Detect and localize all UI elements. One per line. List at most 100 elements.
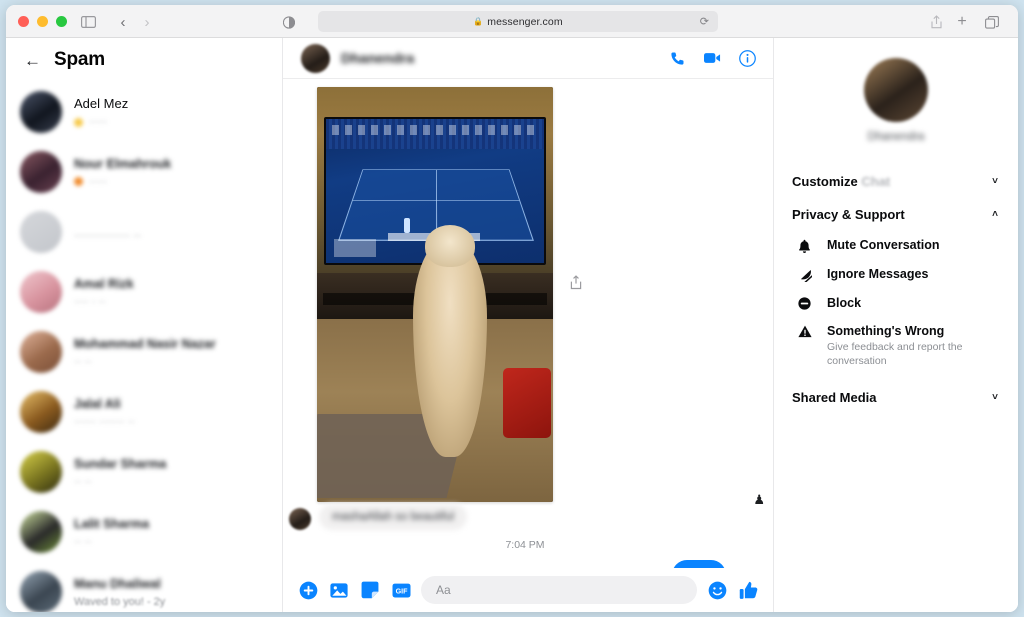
list-item-preview: Waved to you! - 2y	[74, 595, 166, 608]
info-icon[interactable]	[735, 46, 759, 70]
list-item[interactable]: Nour Elmahrouk ·····	[6, 142, 282, 202]
list-item-preview: ···· · ··	[74, 295, 106, 308]
video-thumbnail[interactable]	[317, 87, 553, 502]
tabs-overview-icon[interactable]	[982, 12, 1002, 32]
list-item-preview: ·····	[74, 116, 270, 128]
phone-icon[interactable]	[665, 46, 689, 70]
list-item-name: Amal Rizk	[74, 276, 134, 291]
nav-back-icon[interactable]: ‹	[113, 12, 133, 32]
incoming-message-text: mashaAllah so beautiful	[319, 504, 468, 530]
outgoing-message[interactable]: ⋮ test ✓	[311, 560, 757, 568]
incoming-message[interactable]: mashaAllah so beautiful	[289, 504, 757, 530]
plus-circle-icon[interactable]	[297, 579, 319, 601]
avatar	[20, 151, 62, 193]
chevron-down-icon[interactable]: ˅	[992, 392, 998, 403]
customize-chat-label: Customize Chat	[792, 174, 891, 189]
avatar	[20, 391, 62, 433]
new-tab-icon[interactable]: +	[952, 12, 972, 32]
list-item[interactable]: Amal Rizk ···· · ··	[6, 262, 282, 322]
share-icon[interactable]	[926, 12, 946, 32]
outgoing-message-bubble[interactable]: test	[671, 560, 726, 568]
list-item-name: Mohammad Nasir Nazar	[74, 336, 216, 351]
lock-icon: 🔒	[473, 17, 484, 26]
warning-triangle-icon	[796, 325, 813, 338]
avatar	[20, 91, 62, 133]
menu-item-label: Ignore Messages	[827, 267, 929, 281]
thread-header: Dhanendra	[283, 38, 773, 79]
video-camera-icon[interactable]	[700, 46, 724, 70]
list-item-preview: ·· ··	[74, 475, 92, 488]
shared-media-label: Shared Media	[792, 390, 877, 406]
minimize-window-button[interactable]	[37, 16, 48, 27]
profile-avatar[interactable]	[864, 58, 928, 122]
video-message[interactable]	[317, 87, 582, 502]
list-item-name: Nour Elmahrouk	[74, 156, 172, 171]
menu-item-ignore-messages[interactable]: Ignore Messages	[792, 260, 1000, 289]
avatar	[20, 511, 62, 553]
maximize-window-button[interactable]	[56, 16, 67, 27]
menu-item-block[interactable]: Block	[792, 289, 1000, 317]
sender-avatar	[289, 508, 311, 530]
ignore-slash-icon	[796, 268, 813, 282]
reload-icon[interactable]: ⟳	[700, 15, 709, 28]
customize-chat-section[interactable]: Customize Chat ˅	[792, 165, 1000, 198]
thread-contact-name: Dhanendra	[341, 50, 415, 66]
browser-window: ‹ › 🔒 messenger.com ⟳ + ← Spam Adel Mez …	[6, 5, 1018, 612]
list-item-name: Lalit Sharma	[74, 516, 150, 531]
avatar	[20, 451, 62, 493]
list-item[interactable]: Jalal Ali ······ ······· ··	[6, 382, 282, 442]
list-item-preview: ·· ··	[74, 535, 92, 548]
sticker-icon[interactable]	[359, 579, 381, 601]
messages-area: mashaAllah so beautiful ♟ 7:04 PM ⋮ test…	[283, 79, 773, 568]
shared-media-section[interactable]: Shared Media ˅	[792, 381, 1000, 414]
gif-icon[interactable]: GIF	[390, 579, 412, 601]
block-icon	[796, 297, 813, 310]
address-bar[interactable]: 🔒 messenger.com ⟳	[318, 11, 718, 32]
emoji-icon[interactable]	[706, 579, 728, 601]
menu-item-mute-conversation[interactable]: Mute Conversation	[792, 231, 1000, 260]
thumbs-up-icon[interactable]	[737, 579, 759, 601]
nav-forward-icon[interactable]: ›	[137, 12, 157, 32]
more-options-icon[interactable]: ⋮	[597, 567, 610, 568]
window-traffic-lights	[18, 16, 67, 27]
message-input[interactable]	[421, 576, 697, 604]
back-arrow-icon[interactable]: ←	[24, 52, 41, 69]
menu-item-label: Mute Conversation	[827, 238, 940, 252]
menu-item-label: Something's Wrong	[827, 324, 945, 338]
profile-name: Dhanendra	[867, 131, 925, 143]
list-item[interactable]: Adel Mez ·····	[6, 82, 282, 142]
list-item[interactable]: Manu Dhaliwal Waved to you! - 2y	[6, 562, 282, 612]
list-item[interactable]: Sundar Sharma ·· ··	[6, 442, 282, 502]
avatar	[20, 211, 62, 253]
list-item[interactable]: Lalit Sharma ·· ··	[6, 502, 282, 562]
close-window-button[interactable]	[18, 16, 29, 27]
messenger-app: ← Spam Adel Mez ····· Nour Elmahrouk ···	[6, 38, 1018, 612]
message-thread: Dhanendra mashaAllah so beautiful ♟ 7:04…	[283, 38, 774, 612]
list-item-preview: ······ ······· ··	[74, 415, 136, 428]
avatar	[20, 331, 62, 373]
conversation-list[interactable]: ← Spam Adel Mez ····· Nour Elmahrouk ···	[6, 38, 283, 612]
list-item[interactable]: Mohammad Nasir Nazar ·· ··	[6, 322, 282, 382]
sticker-reaction-icon[interactable]: ♟	[753, 492, 765, 508]
menu-item-somethings-wrong[interactable]: Something's Wrong Give feedback and repo…	[792, 317, 1000, 375]
photo-icon[interactable]	[328, 579, 350, 601]
list-item-preview: ·· ··	[74, 355, 92, 368]
list-item-preview: ·····	[74, 176, 270, 188]
list-item-name: Jalal Ali	[74, 396, 121, 411]
details-panel: Dhanendra Customize Chat ˅ Privacy & Sup…	[774, 38, 1018, 612]
sidebar-toggle-icon[interactable]	[78, 12, 98, 32]
browser-toolbar: ‹ › 🔒 messenger.com ⟳ +	[6, 5, 1018, 38]
avatar	[20, 271, 62, 313]
list-item-name: Sundar Sharma	[74, 456, 167, 471]
contact-avatar[interactable]	[301, 43, 330, 73]
list-item[interactable]: ·············· ··	[6, 202, 282, 262]
reader-view-icon[interactable]	[279, 12, 299, 32]
share-upload-icon[interactable]	[567, 273, 585, 291]
privacy-support-label: Privacy & Support	[792, 207, 905, 222]
chevron-down-icon[interactable]: ˅	[992, 176, 998, 187]
menu-item-description: Give feedback and report the conversatio…	[827, 341, 963, 368]
privacy-support-section[interactable]: Privacy & Support ˄	[792, 198, 1000, 231]
chevron-up-icon[interactable]: ˄	[992, 209, 998, 220]
list-item-preview: ·············· ··	[74, 227, 142, 242]
menu-item-label: Block	[827, 296, 862, 310]
